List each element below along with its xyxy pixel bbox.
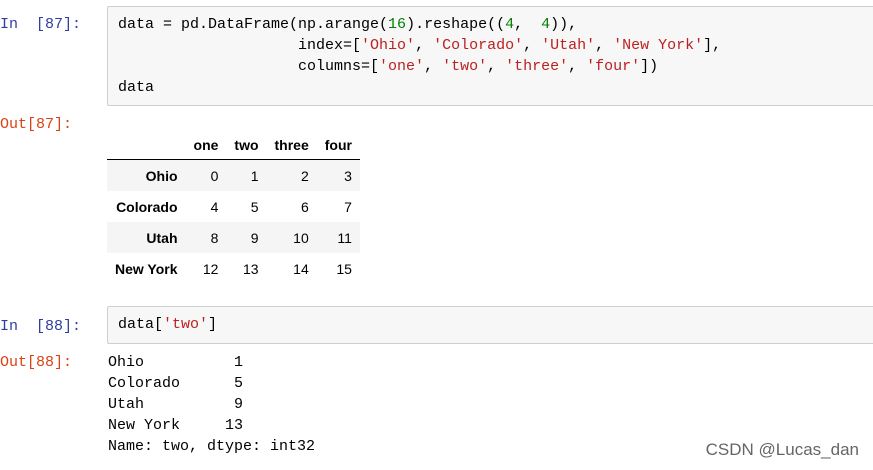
input-prompt-88: In [88]: <box>0 318 82 335</box>
code-token: , <box>424 58 443 75</box>
table-cell: 1 <box>250 167 259 184</box>
column-header: four <box>316 131 360 160</box>
output-prompt-88: Out[88]: <box>0 354 73 371</box>
code-token: 'Ohio' <box>361 37 416 54</box>
table-cell: 7 <box>344 198 352 215</box>
code-cell-87[interactable]: data = pd.DataFrame(np.arange(16).reshap… <box>107 6 873 106</box>
column-header: two <box>226 131 267 160</box>
table-cell: 11 <box>337 229 352 246</box>
code-token: columns=[ <box>118 58 380 75</box>
code-token: )), <box>550 16 578 33</box>
code-token: 'two' <box>442 58 488 75</box>
row-index-label: Colorado <box>116 198 178 215</box>
code-token: , <box>487 58 506 75</box>
table-cell: 3 <box>344 167 352 184</box>
code-token: 'four' <box>586 58 641 75</box>
table-cell: 15 <box>336 260 352 277</box>
table-cell: 10 <box>293 229 309 246</box>
code-token: ).reshape(( <box>406 16 506 33</box>
table-cell: 8 <box>210 229 219 246</box>
code-token: , <box>514 16 542 33</box>
table-cell: 2 <box>300 167 309 184</box>
table-cell: 6 <box>300 198 309 215</box>
code-text-87[interactable]: data = pd.DataFrame(np.arange(16).reshap… <box>118 14 721 98</box>
code-token: ], <box>703 37 722 54</box>
table-cell: 0 <box>210 167 219 184</box>
dataframe-output: one two three four Ohio 0 1 2 3 Colorado… <box>107 131 360 284</box>
output-prompt-87: Out[87]: <box>0 116 73 133</box>
table-cell: 9 <box>250 229 259 246</box>
code-token: 4 <box>541 16 551 33</box>
table-row: Utah 8 9 10 11 <box>107 222 360 253</box>
code-token: ] <box>208 316 218 333</box>
row-index-label: New York <box>115 260 178 277</box>
code-token: 'three' <box>505 58 569 75</box>
code-token: data[ <box>118 316 164 333</box>
code-token: , <box>523 37 542 54</box>
table-cell: 14 <box>293 260 309 277</box>
table-cell: 12 <box>202 260 219 277</box>
code-token: 4 <box>505 16 515 33</box>
code-token: data <box>118 79 155 96</box>
watermark: CSDN @Lucas_dan <box>705 440 859 459</box>
code-token: 'two' <box>163 316 209 333</box>
table-cell: 5 <box>250 198 259 215</box>
code-token: data = pd.DataFrame(np.arange( <box>118 16 389 33</box>
code-token: , <box>595 37 614 54</box>
table-cell: 13 <box>242 260 259 277</box>
column-header: three <box>266 131 317 160</box>
code-text-88[interactable]: data['two'] <box>118 314 217 335</box>
table-cell: 4 <box>210 198 219 215</box>
row-index-label: Ohio <box>145 167 178 184</box>
code-token: 16 <box>388 16 407 33</box>
column-header: one <box>185 131 227 160</box>
row-index-label: Utah <box>146 229 178 246</box>
code-token: ]) <box>640 58 659 75</box>
dataframe-header-row: one two three four <box>107 131 360 160</box>
code-token: , <box>568 58 587 75</box>
code-token: index=[ <box>118 37 362 54</box>
code-token: 'New York' <box>613 37 704 54</box>
code-token: , <box>415 37 434 54</box>
dataframe-index-header <box>107 131 186 160</box>
table-row: New York 12 13 14 15 <box>107 253 360 284</box>
table-row: Ohio 0 1 2 3 <box>107 159 360 191</box>
code-token: 'Colorado' <box>433 37 524 54</box>
table-row: Colorado 4 5 6 7 <box>107 191 360 222</box>
series-output: Ohio 1 Colorado 5 Utah 9 New York 13 Nam… <box>108 354 316 455</box>
code-token: 'one' <box>379 58 425 75</box>
code-cell-88[interactable]: data['two'] <box>107 306 873 344</box>
input-prompt-87: In [87]: <box>0 16 82 33</box>
code-token: 'Utah' <box>541 37 596 54</box>
